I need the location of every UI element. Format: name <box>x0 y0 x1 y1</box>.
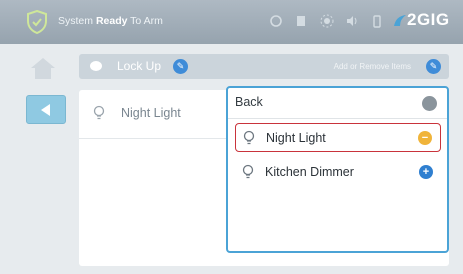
brightness-icon[interactable] <box>320 14 334 28</box>
bookmark-icon[interactable] <box>294 14 308 28</box>
edit-items-icon[interactable]: ✎ <box>426 59 441 74</box>
popup-back-label[interactable]: Back <box>235 95 263 109</box>
device-item[interactable]: Night Light <box>79 90 229 139</box>
status-bar: System Ready To Arm 2GIG <box>0 0 463 44</box>
lock-icon <box>90 61 102 71</box>
status-suffix: To Arm <box>127 15 163 27</box>
menu-item-kitchen-dimmer[interactable]: Kitchen Dimmer + <box>235 158 441 187</box>
status-prefix: System <box>58 15 94 27</box>
battery-icon[interactable] <box>370 14 384 28</box>
divider <box>228 118 447 119</box>
edit-title-icon[interactable]: ✎ <box>173 59 188 74</box>
brand-name: 2GIG <box>407 10 450 29</box>
add-icon[interactable]: + <box>419 165 433 179</box>
brand-logo-icon <box>394 15 406 26</box>
add-remove-items-label[interactable]: Add or Remove Items <box>334 62 411 71</box>
home-icon[interactable] <box>30 56 56 80</box>
status-state: Ready <box>95 15 128 27</box>
lightbulb-icon <box>93 105 105 120</box>
menu-item-label: Kitchen Dimmer <box>265 165 354 179</box>
system-status: System Ready To Arm <box>58 15 163 27</box>
lightbulb-icon <box>243 130 255 145</box>
back-arrow-button[interactable] <box>26 95 66 124</box>
room-title: Lock Up <box>117 59 162 73</box>
room-header: Lock Up ✎ Add or Remove Items ✎ <box>79 54 449 79</box>
remove-icon[interactable]: − <box>418 131 432 145</box>
refresh-icon[interactable] <box>269 14 283 28</box>
device-label: Night Light <box>121 106 181 120</box>
menu-item-label: Night Light <box>266 131 326 145</box>
shield-check-icon[interactable] <box>26 10 48 34</box>
back-circle-icon[interactable] <box>422 96 437 111</box>
volume-icon[interactable] <box>345 14 359 28</box>
menu-item-night-light[interactable]: Night Light − <box>235 123 441 152</box>
lightbulb-icon <box>242 164 254 179</box>
device-popup-menu: Back Night Light − Kitchen Dimmer + <box>226 86 449 253</box>
